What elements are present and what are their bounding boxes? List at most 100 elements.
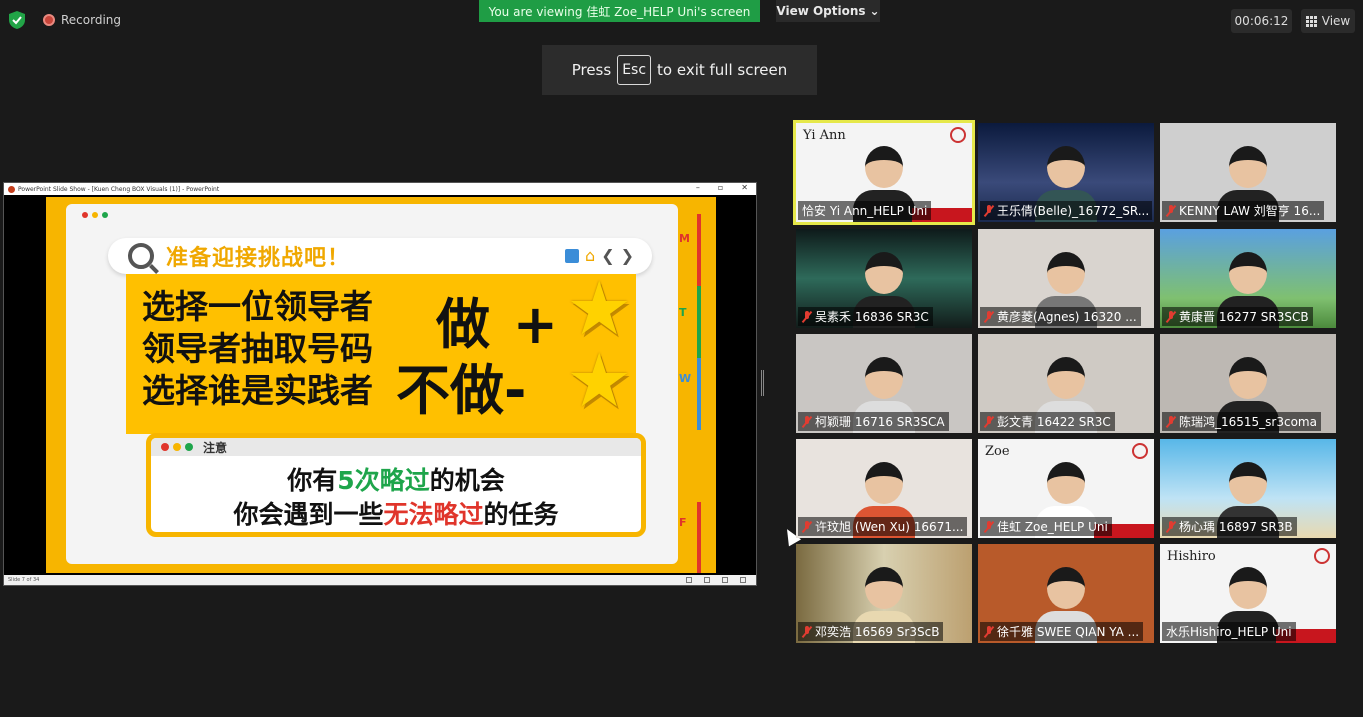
weekday-letter: F xyxy=(679,516,687,529)
participant-tile[interactable]: Yi Ann 恰安 Yi Ann_HELP Uni xyxy=(793,120,975,225)
powerpoint-icon xyxy=(8,185,15,193)
note-highlight-red: 无法略过 xyxy=(383,500,484,529)
participant-tile[interactable]: Zoe 佳虹 Zoe_HELP Uni xyxy=(978,439,1154,538)
participant-name-tag: 邓奕浩 16569 Sr3ScB xyxy=(798,622,944,641)
note-text: 你有 xyxy=(287,466,338,495)
participant-name-tag: 吴素禾 16836 SR3C xyxy=(798,307,933,326)
participant-name-tag: 陈瑞鸿_16515_sr3coma xyxy=(1162,412,1321,431)
window-dots xyxy=(82,212,108,218)
participant-name: 恰安 Yi Ann_HELP Uni xyxy=(802,204,928,218)
calendar-icon xyxy=(565,248,580,263)
view-label: View xyxy=(1321,14,1351,28)
chevron-left-icon: ❮ xyxy=(601,246,615,265)
participant-tile[interactable]: 彭文青 16422 SR3C xyxy=(978,334,1154,433)
mic-muted-icon xyxy=(802,310,812,323)
notdo-label: 不做- xyxy=(396,359,527,422)
participant-name: 陈瑞鸿_16515_sr3coma xyxy=(1179,415,1317,429)
ppt-window-title: PowerPoint Slide Show - [Kuen Cheng BOX … xyxy=(18,185,220,193)
participant-name: KENNY LAW 刘智亨 16... xyxy=(1179,204,1321,218)
mic-muted-icon xyxy=(1166,415,1176,428)
rule-line: 选择一位领导者 xyxy=(142,287,373,326)
participant-name-tag: KENNY LAW 刘智亨 16... xyxy=(1162,201,1325,220)
participant-name: 柯颖珊 16716 SR3SCA xyxy=(815,415,945,429)
view-sorter-icon[interactable] xyxy=(704,577,710,583)
participant-tile[interactable]: 许玟旭 (Wen Xu) 16671... xyxy=(796,439,972,538)
view-reading-icon[interactable] xyxy=(722,577,728,583)
participant-name-tag: 王乐倩(Belle)_16772_SR... xyxy=(980,201,1152,220)
participant-name: 吴素禾 16836 SR3C xyxy=(815,310,929,324)
participant-tile[interactable]: 吴素禾 16836 SR3C xyxy=(796,229,972,328)
star-icon: ★ xyxy=(566,338,633,424)
participant-name-tag: 柯颖珊 16716 SR3SCA xyxy=(798,412,949,431)
participant-name-tag: 徐千雅 SWEE QIAN YA ... xyxy=(980,622,1144,641)
search-icon xyxy=(128,243,154,269)
participant-name: 杨心瑀 16897 SR3B xyxy=(1179,520,1293,534)
mic-muted-icon xyxy=(1166,520,1176,533)
help-logo-icon xyxy=(950,127,966,143)
mic-muted-icon xyxy=(984,520,994,533)
recording-indicator[interactable]: Recording xyxy=(43,13,121,27)
esc-key: Esc xyxy=(617,55,652,85)
esc-press-text: Press xyxy=(571,61,612,79)
weekday-tabs xyxy=(697,214,701,573)
maximize-icon[interactable]: ▫ xyxy=(718,183,723,192)
weekday-letter: T xyxy=(679,448,687,461)
participant-name-tag: 黄康晋 16277 SR3SCB xyxy=(1162,307,1313,326)
shared-screen[interactable]: PowerPoint Slide Show - [Kuen Cheng BOX … xyxy=(3,182,757,586)
participant-name-tag: 彭文青 16422 SR3C xyxy=(980,412,1115,431)
weekday-letter: T xyxy=(679,306,687,319)
virtual-background-label: Hishiro xyxy=(1167,549,1216,564)
mic-muted-icon xyxy=(802,625,812,638)
participant-tile[interactable]: 柯颖珊 16716 SR3SCA xyxy=(796,334,972,433)
chevron-right-icon: ❯ xyxy=(620,246,634,265)
participant-tile[interactable]: 杨心瑀 16897 SR3B xyxy=(1160,439,1336,538)
note-text: 的机会 xyxy=(429,466,505,495)
mic-muted-icon xyxy=(984,204,994,217)
note-title: 注意 xyxy=(203,440,228,455)
mic-muted-icon xyxy=(802,415,812,428)
rule-line: 领导者抽取号码 xyxy=(142,329,373,368)
participant-tile[interactable]: 王乐倩(Belle)_16772_SR... xyxy=(978,123,1154,222)
mic-muted-icon xyxy=(802,520,812,533)
virtual-background-label: Zoe xyxy=(985,444,1010,459)
help-logo-icon xyxy=(1314,548,1330,564)
view-layout-button[interactable]: View xyxy=(1301,9,1355,33)
participant-name-tag: 佳虹 Zoe_HELP Uni xyxy=(980,517,1112,536)
view-normal-icon[interactable] xyxy=(686,577,692,583)
participant-name: 水乐Hishiro_HELP Uni xyxy=(1166,625,1292,639)
home-icon: ⌂ xyxy=(585,246,596,265)
participant-tile[interactable]: KENNY LAW 刘智亨 16... xyxy=(1160,123,1336,222)
participant-name-tag: 杨心瑀 16897 SR3B xyxy=(1162,517,1297,536)
security-shield-icon[interactable] xyxy=(9,11,25,29)
participant-name: 许玟旭 (Wen Xu) 16671... xyxy=(815,520,964,534)
participant-tile[interactable]: 邓奕浩 16569 Sr3ScB xyxy=(796,544,972,643)
record-icon xyxy=(43,14,55,26)
view-slideshow-icon[interactable] xyxy=(740,577,746,583)
participant-tile[interactable]: 黄彦菱(Agnes) 16320 ... xyxy=(978,229,1154,328)
panel-resize-handle[interactable] xyxy=(761,370,764,396)
note-text: 的任务 xyxy=(483,500,559,529)
participant-name-tag: 恰安 Yi Ann_HELP Uni xyxy=(798,201,932,220)
virtual-background-label: Yi Ann xyxy=(803,128,846,143)
rule-line: 选择谁是实践者 xyxy=(142,371,373,410)
minimize-icon[interactable]: – xyxy=(696,183,700,192)
close-icon[interactable]: ✕ xyxy=(741,183,748,192)
participant-tile[interactable]: 黄康晋 16277 SR3SCB xyxy=(1160,229,1336,328)
view-options-button[interactable]: View Options ⌄ xyxy=(776,0,880,22)
mic-muted-icon xyxy=(984,625,994,638)
weekday-letter: M xyxy=(679,232,690,245)
recording-label: Recording xyxy=(61,13,122,27)
participant-name: 徐千雅 SWEE QIAN YA ... xyxy=(997,625,1140,639)
note-box: 注意 你有5次略过的机会 你会遇到一些无法略过的任务 xyxy=(146,433,646,537)
slide-search-text: 准备迎接挑战吧！ xyxy=(166,246,351,271)
participant-name: 王乐倩(Belle)_16772_SR... xyxy=(997,204,1150,218)
exit-fullscreen-notice: Press Esc to exit full screen xyxy=(542,45,817,95)
participant-name-tag: 黄彦菱(Agnes) 16320 ... xyxy=(980,307,1141,326)
participant-name: 佳虹 Zoe_HELP Uni xyxy=(997,520,1108,534)
participant-tile[interactable]: Hishiro 水乐Hishiro_HELP Uni xyxy=(1160,544,1336,643)
participant-name: 黄彦菱(Agnes) 16320 ... xyxy=(997,310,1137,324)
participant-tile[interactable]: 陈瑞鸿_16515_sr3coma xyxy=(1160,334,1336,433)
chevron-down-icon: ⌄ xyxy=(869,4,880,18)
participant-tile[interactable]: 徐千雅 SWEE QIAN YA ... xyxy=(978,544,1154,643)
mic-muted-icon xyxy=(1166,204,1176,217)
